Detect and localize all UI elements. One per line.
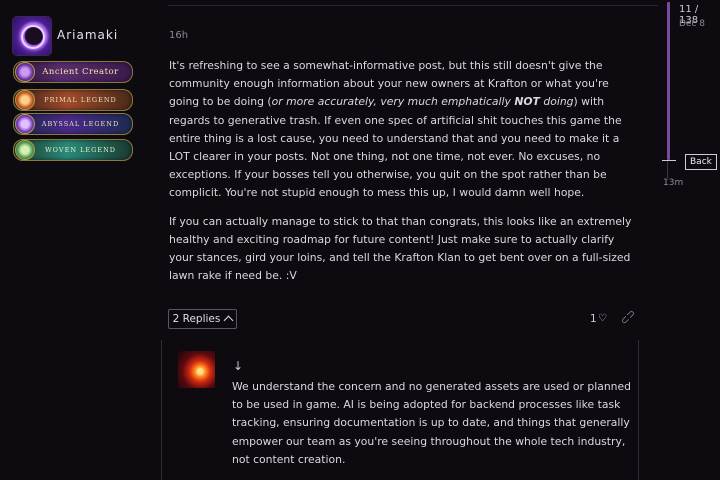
badge-label: Ancient Creator — [42, 67, 119, 77]
arrow-down-icon[interactable]: ↓ — [233, 359, 243, 373]
post-body: It's refreshing to see a somewhat-inform… — [169, 57, 639, 295]
user-avatar[interactable] — [13, 17, 51, 55]
post-paragraph-2: If you can actually manage to stick to t… — [169, 214, 632, 283]
link-icon[interactable]: ⊂⊃ — [619, 308, 639, 328]
post-text-emphasis: doing — [539, 95, 574, 109]
timeline-back-button[interactable]: Back — [685, 154, 717, 170]
timeline-position-marker[interactable] — [662, 160, 676, 161]
top-divider — [168, 5, 658, 6]
replies-label: 2 Replies — [172, 313, 221, 325]
badge-emblem-icon — [15, 140, 35, 160]
avatar-ring-graphic — [21, 25, 45, 49]
timeline-latest-label[interactable]: 13m — [663, 178, 683, 188]
username[interactable]: Ariamaki — [57, 28, 118, 42]
post-timestamp[interactable]: 16h — [169, 30, 188, 41]
badge-emblem-icon — [15, 114, 35, 134]
timeline-track — [667, 160, 668, 180]
heart-icon[interactable]: ♡ — [598, 313, 607, 324]
badge-abyssal-legend[interactable]: Abyssal Legend — [13, 113, 133, 135]
badge-primal-legend[interactable]: Primal Legend — [13, 89, 133, 111]
badge-emblem-icon — [15, 90, 35, 110]
reply-body: We understand the concern and no generat… — [232, 380, 632, 466]
badge-label: Abyssal Legend — [41, 120, 120, 128]
reply-avatar[interactable] — [178, 351, 215, 388]
post-paragraph-1: It's refreshing to see a somewhat-inform… — [169, 57, 639, 203]
timeline-date: Dec 8 — [679, 19, 706, 29]
post-text-strong: NOT — [514, 95, 540, 109]
chevron-up-icon — [223, 315, 234, 326]
badge-label: Woven Legend — [45, 146, 116, 154]
badge-ancient-creator[interactable]: Ancient Creator — [13, 61, 133, 83]
badge-woven-legend[interactable]: Woven Legend — [13, 139, 133, 161]
like-count: 1 — [590, 313, 597, 325]
badge-label: Primal Legend — [44, 96, 117, 104]
post-text-emphasis: or more accurately, very much emphatical… — [271, 95, 515, 109]
badge-emblem-icon — [15, 62, 35, 82]
timeline-scrollbar[interactable] — [667, 2, 670, 160]
replies-toggle-button[interactable]: 2 Replies — [168, 309, 237, 329]
post-text: ) with regards to generative trash. If e… — [169, 95, 622, 200]
